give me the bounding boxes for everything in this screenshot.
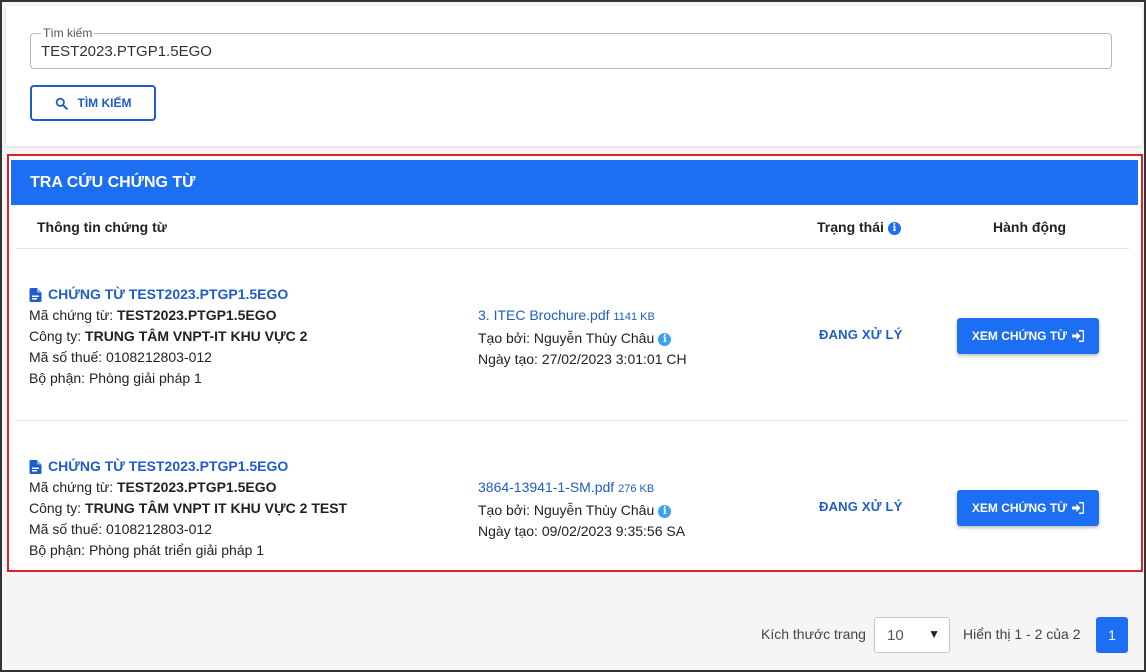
file-info: 3. ITEC Brochure.pdf 1141 KB Tạo bởi: Ng… bbox=[478, 305, 778, 370]
view-document-button-label: XEM CHỨNG TỪ bbox=[971, 501, 1068, 515]
document-info: CHỨNG TỪ TEST2023.PTGP1.5EGO Mã chứng từ… bbox=[29, 456, 449, 561]
file-created-date: Ngày tạo: 09/02/2023 9:35:56 SA bbox=[478, 523, 686, 539]
document-company: Công ty: TRUNG TÂM VNPT-IT KHU VỰC 2 bbox=[29, 326, 449, 347]
page-size-label: Kích thước trang bbox=[761, 626, 866, 642]
document-code-value: TEST2023.PTGP1.5EGO bbox=[117, 307, 277, 323]
search-icon bbox=[55, 97, 68, 110]
document-company-value: TRUNG TÂM VNPT IT KHU VỰC 2 TEST bbox=[85, 500, 348, 516]
file-size: 1141 KB bbox=[613, 311, 655, 323]
file-info: 3864-13941-1-SM.pdf 276 KB Tạo bởi: Nguy… bbox=[478, 477, 778, 542]
app-frame: Tìm kiếm TÌM KIẾM TRA CỨU CHỨNG TỪ Thông… bbox=[0, 0, 1146, 672]
document-code: Mã chứng từ: TEST2023.PTGP1.5EGO bbox=[29, 305, 449, 326]
document-title-link[interactable]: CHỨNG TỪ TEST2023.PTGP1.5EGO bbox=[29, 456, 449, 477]
document-company-label: Công ty: bbox=[29, 500, 82, 516]
page-size-value: 10 bbox=[887, 627, 904, 644]
document-company-label: Công ty: bbox=[29, 328, 82, 344]
search-field[interactable]: Tìm kiếm bbox=[30, 26, 1112, 69]
view-document-button-label: XEM CHỨNG TỪ bbox=[971, 329, 1068, 343]
document-company: Công ty: TRUNG TÂM VNPT IT KHU VỰC 2 TES… bbox=[29, 498, 449, 519]
search-button-label: TÌM KIẾM bbox=[77, 96, 132, 110]
file-link[interactable]: 3864-13941-1-SM.pdf 276 KB bbox=[478, 477, 778, 500]
file-creator-text: Tạo bởi: Nguyễn Thùy Châu bbox=[478, 502, 655, 518]
document-department: Bộ phận: Phòng phát triển giải pháp 1 bbox=[29, 542, 265, 558]
document-department: Bộ phận: Phòng giải pháp 1 bbox=[29, 370, 202, 386]
document-title-link[interactable]: CHỨNG TỪ TEST2023.PTGP1.5EGO bbox=[29, 284, 449, 305]
file-creator: Tạo bởi: Nguyễn Thùy Châu i bbox=[478, 328, 778, 349]
results-title: TRA CỨU CHỨNG TỪ bbox=[11, 160, 1138, 205]
view-document-button[interactable]: XEM CHỨNG TỪ bbox=[957, 318, 1099, 354]
column-header-status-label: Trạng thái bbox=[817, 219, 884, 235]
file-created-date: Ngày tạo: 27/02/2023 3:01:01 CH bbox=[478, 351, 687, 367]
page-size-select[interactable]: 10 ▼ bbox=[874, 617, 950, 653]
file-link[interactable]: 3. ITEC Brochure.pdf 1141 KB bbox=[478, 305, 778, 328]
document-info: CHỨNG TỪ TEST2023.PTGP1.5EGO Mã chứng từ… bbox=[29, 284, 449, 389]
column-header-status: Trạng thái i bbox=[817, 219, 901, 235]
file-creator: Tạo bởi: Nguyễn Thùy Châu i bbox=[478, 500, 778, 521]
results-panel: TRA CỨU CHỨNG TỪ Thông tin chứng từ Trạn… bbox=[7, 154, 1143, 572]
column-header-info: Thông tin chứng từ bbox=[37, 219, 167, 235]
status-badge: ĐANG XỬ LÝ bbox=[819, 327, 903, 342]
file-pdf-icon bbox=[29, 459, 42, 474]
file-creator-text: Tạo bởi: Nguyễn Thùy Châu bbox=[478, 330, 655, 346]
row-divider bbox=[15, 420, 1129, 421]
header-divider bbox=[15, 248, 1129, 249]
file-name: 3864-13941-1-SM.pdf bbox=[478, 479, 615, 495]
sign-in-icon bbox=[1072, 330, 1085, 342]
page-button-current[interactable]: 1 bbox=[1096, 617, 1128, 653]
document-title: CHỨNG TỪ TEST2023.PTGP1.5EGO bbox=[48, 458, 289, 474]
document-tax-code: Mã số thuế: 0108212803-012 bbox=[29, 349, 212, 365]
view-document-button[interactable]: XEM CHỨNG TỪ bbox=[957, 490, 1099, 526]
info-icon[interactable]: i bbox=[887, 221, 901, 235]
file-size: 276 KB bbox=[618, 483, 655, 495]
pagination-summary: Hiển thị 1 - 2 của 2 bbox=[963, 626, 1081, 642]
caret-down-icon: ▼ bbox=[928, 627, 940, 641]
search-input[interactable] bbox=[41, 40, 1041, 62]
search-button[interactable]: TÌM KIẾM bbox=[30, 85, 156, 121]
document-code-label: Mã chứng từ: bbox=[29, 479, 114, 495]
document-tax-code: Mã số thuế: 0108212803-012 bbox=[29, 521, 212, 537]
status-badge: ĐANG XỬ LÝ bbox=[819, 499, 903, 514]
document-company-value: TRUNG TÂM VNPT-IT KHU VỰC 2 bbox=[85, 328, 308, 344]
document-title: CHỨNG TỪ TEST2023.PTGP1.5EGO bbox=[48, 286, 289, 302]
file-pdf-icon bbox=[29, 287, 42, 302]
sign-in-icon bbox=[1072, 502, 1085, 514]
document-code-value: TEST2023.PTGP1.5EGO bbox=[117, 479, 277, 495]
document-code-label: Mã chứng từ: bbox=[29, 307, 114, 323]
column-header-action: Hành động bbox=[993, 219, 1067, 235]
file-name: 3. ITEC Brochure.pdf bbox=[478, 307, 610, 323]
search-panel: Tìm kiếm TÌM KIẾM bbox=[6, 6, 1142, 146]
table-row: CHỨNG TỪ TEST2023.PTGP1.5EGO Mã chứng từ… bbox=[9, 456, 1139, 616]
info-icon[interactable]: i bbox=[658, 504, 672, 518]
search-field-label: Tìm kiếm bbox=[41, 26, 95, 40]
info-icon[interactable]: i bbox=[658, 332, 672, 346]
document-code: Mã chứng từ: TEST2023.PTGP1.5EGO bbox=[29, 477, 449, 498]
